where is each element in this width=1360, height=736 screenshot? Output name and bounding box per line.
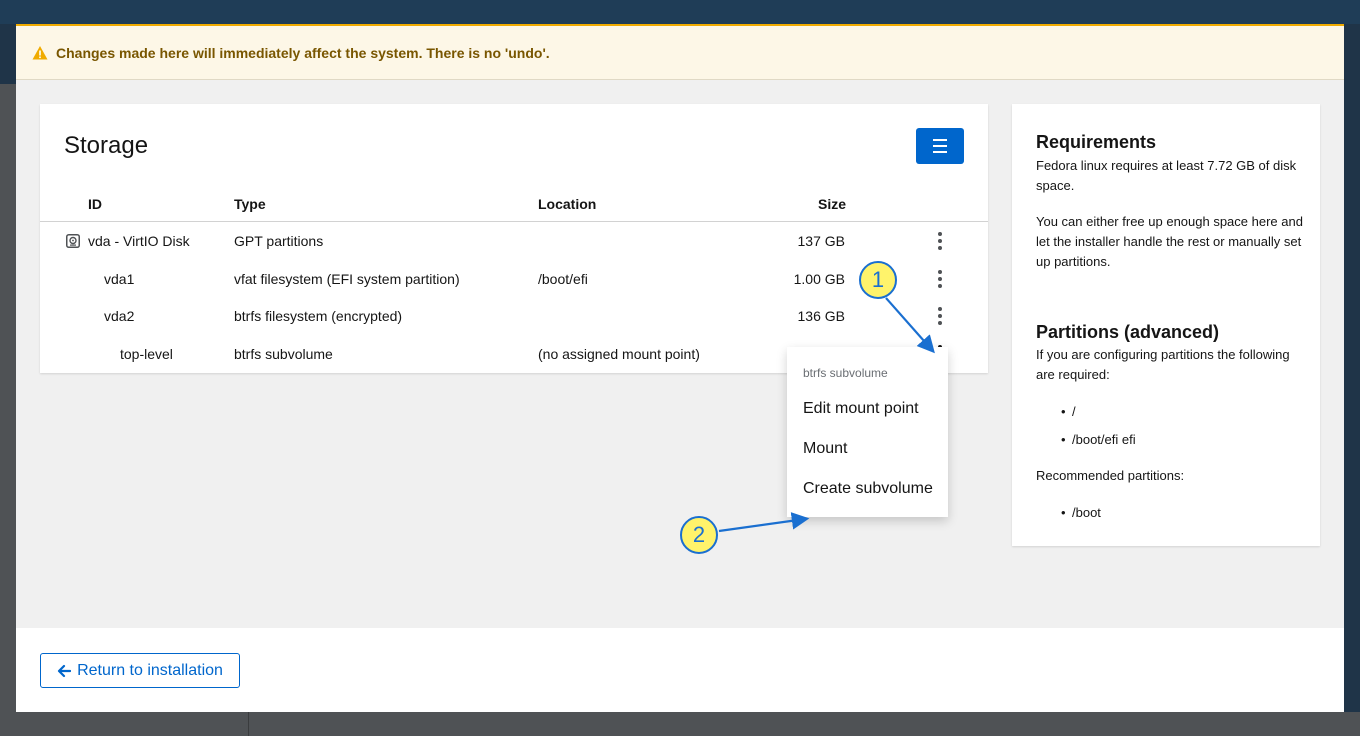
partitions-title: Partitions (advanced) (1036, 322, 1220, 342)
arrow-left-icon (57, 664, 72, 677)
partitions-text: If you are configuring partitions the fo… (1036, 347, 1290, 382)
callout-badge: 1 (859, 261, 897, 299)
row-kebab-icon[interactable] (930, 231, 950, 251)
storage-actions-menu-button[interactable] (916, 128, 964, 164)
menu-item-edit-mount-point[interactable]: Edit mount point (787, 389, 948, 429)
cell-size: 137 GB (797, 233, 845, 249)
column-header-location[interactable]: Location (538, 196, 596, 212)
requirements-title: Requirements (1036, 132, 1157, 152)
column-header-size[interactable]: Size (818, 196, 846, 212)
row-kebab-icon[interactable] (930, 306, 950, 326)
storage-card: Storage ID Type Location Size vda - Virt… (40, 104, 988, 373)
menu-item-create-subvolume[interactable]: Create subvolume (787, 469, 948, 509)
cell-location: /boot/efi (538, 271, 588, 287)
cell-type: btrfs filesystem (encrypted) (234, 308, 403, 324)
callout-badge: 2 (680, 516, 718, 554)
warning-alert: Changes made here will immediately affec… (16, 24, 1344, 80)
cell-type: vfat filesystem (EFI system partition) (234, 271, 460, 287)
row-actions-dropdown: btrfs subvolume Edit mount point Mount C… (787, 347, 948, 517)
cell-id: vda - VirtIO Disk (88, 233, 190, 249)
alert-text: Changes made here will immediately affec… (56, 44, 550, 61)
page-title: Storage (64, 132, 149, 159)
hamburger-icon (933, 139, 947, 141)
top-banner (0, 0, 1360, 24)
return-to-installation-button[interactable]: Return to installation (40, 653, 240, 688)
requirements-text: Fedora linux requires at least 7.72 GB o… (1036, 158, 1297, 193)
backdrop-bottom (16, 712, 1360, 736)
backdrop-left (0, 84, 16, 736)
table-row[interactable]: vda - VirtIO Disk GPT partitions 137 GB (40, 222, 988, 260)
storage-modal: Changes made here will immediately affec… (16, 24, 1344, 712)
disk-icon (66, 234, 80, 248)
requirements-card: Requirements Fedora linux requires at le… (1012, 104, 1320, 546)
menu-item-mount[interactable]: Mount (787, 429, 948, 469)
required-partition: /boot/efi efi (1061, 432, 1136, 447)
warning-icon (32, 45, 48, 59)
column-header-type[interactable]: Type (234, 196, 266, 212)
recommended-partition: /boot (1061, 505, 1101, 520)
column-header-id[interactable]: ID (88, 196, 102, 212)
table-row[interactable]: vda1 vfat filesystem (EFI system partiti… (40, 260, 988, 298)
return-label: Return to installation (77, 661, 223, 679)
table-row[interactable]: vda2 btrfs filesystem (encrypted) 136 GB (40, 297, 988, 335)
recommended-label: Recommended partitions: (1036, 468, 1185, 483)
cell-type: btrfs subvolume (234, 346, 333, 362)
cell-size: 1.00 GB (793, 271, 845, 287)
cell-location: (no assigned mount point) (538, 346, 700, 362)
cell-id: top-level (120, 346, 173, 362)
requirements-text-2: You can either free up enough space here… (1036, 214, 1303, 269)
required-partition: / (1062, 404, 1076, 419)
dropdown-group-title: btrfs subvolume (803, 366, 888, 380)
cell-size: 136 GB (797, 308, 845, 324)
cell-type: GPT partitions (234, 233, 324, 249)
modal-footer: Return to installation (16, 628, 1344, 712)
row-kebab-icon[interactable] (930, 269, 950, 289)
cell-id: vda2 (104, 308, 135, 324)
cell-id: vda1 (104, 271, 135, 287)
